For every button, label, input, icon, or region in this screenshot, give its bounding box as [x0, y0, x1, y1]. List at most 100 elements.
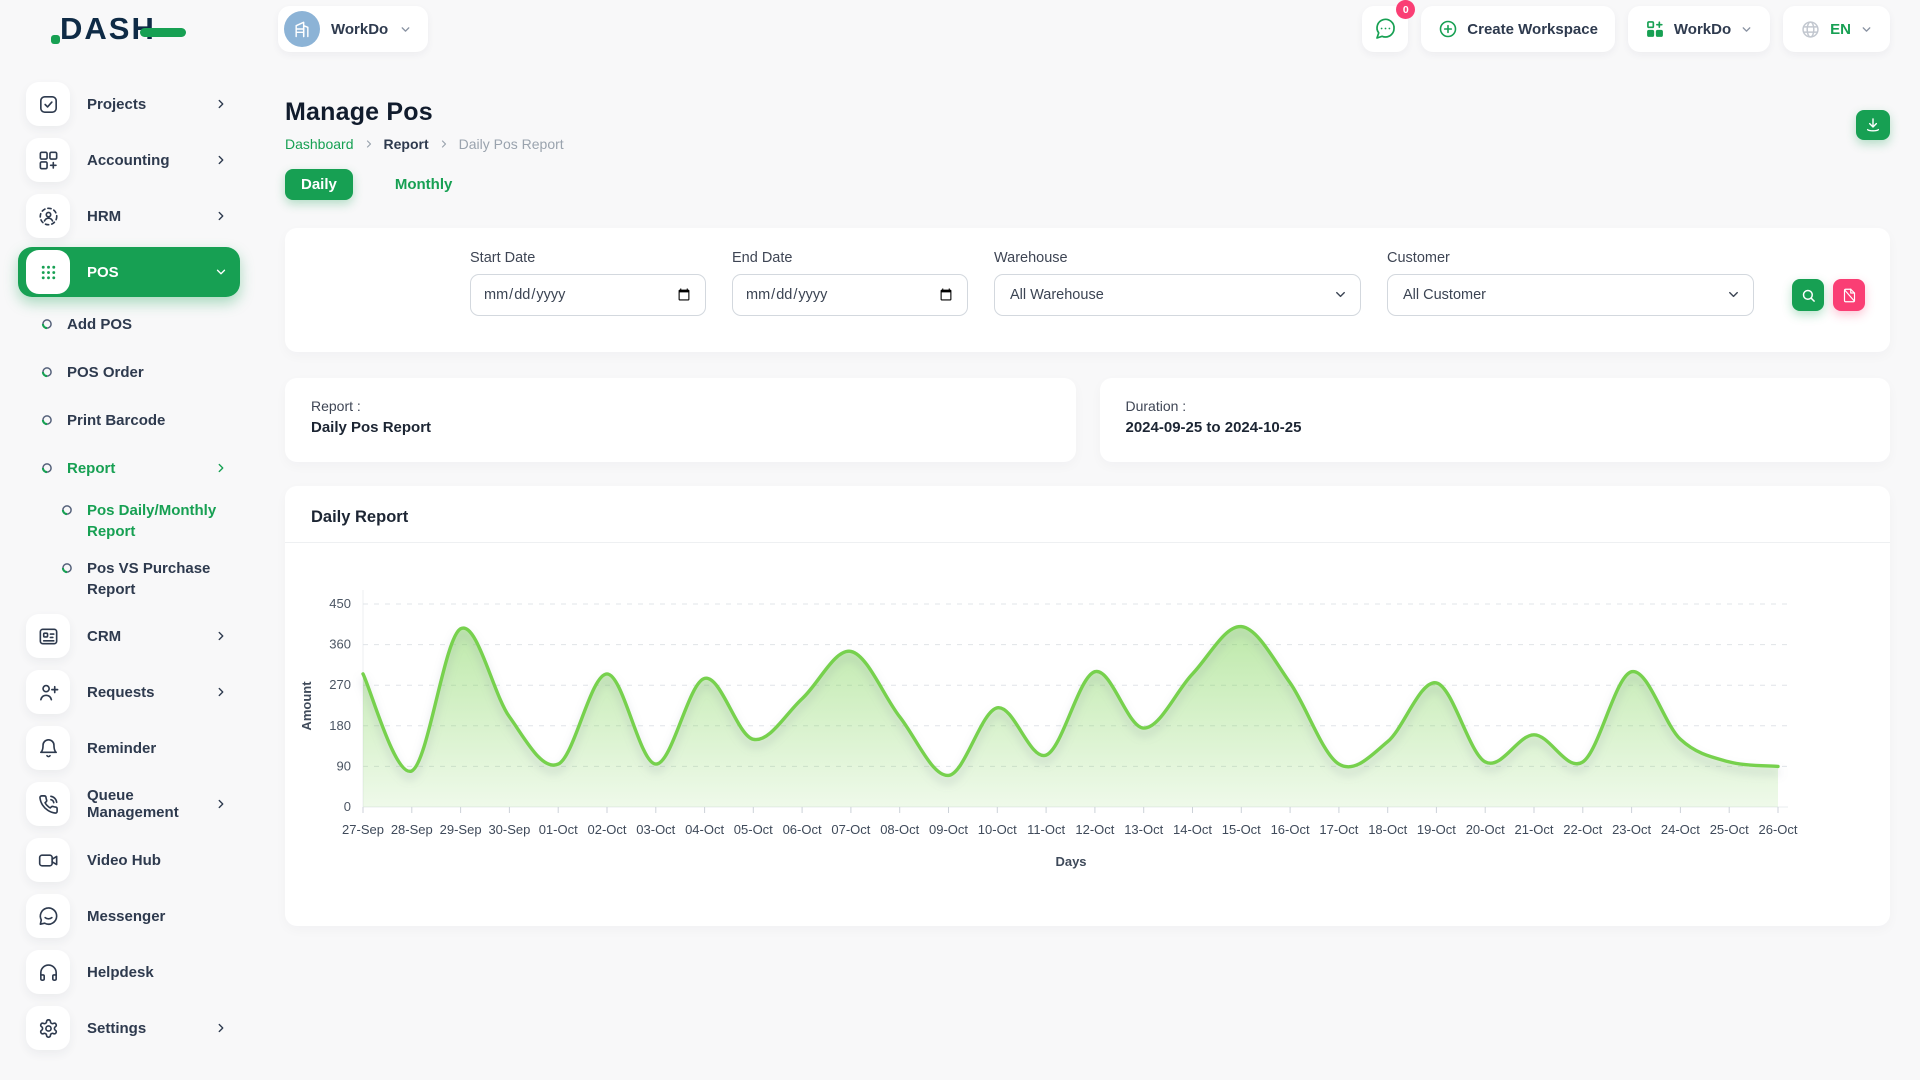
- messages-button[interactable]: 0: [1362, 6, 1408, 52]
- svg-text:13-Oct: 13-Oct: [1124, 822, 1163, 837]
- svg-text:90: 90: [337, 758, 351, 773]
- svg-text:23-Oct: 23-Oct: [1612, 822, 1651, 837]
- sidebar-subitem-pos-daily-monthly-report[interactable]: Pos Daily/Monthly Report: [18, 492, 240, 550]
- end-date-input[interactable]: [732, 274, 968, 316]
- chart-title: Daily Report: [285, 486, 1890, 542]
- warehouse-label: Warehouse: [994, 250, 1361, 266]
- bullet-icon: [41, 462, 53, 474]
- search-icon: [1801, 288, 1816, 303]
- chevron-right-icon: [214, 629, 228, 643]
- svg-text:06-Oct: 06-Oct: [783, 822, 822, 837]
- sidebar-subitem-report[interactable]: Report: [18, 444, 240, 492]
- sidebar-item-projects[interactable]: Projects: [18, 76, 240, 132]
- sidebar-item-queue-management[interactable]: Queue Management: [18, 776, 240, 832]
- svg-text:11-Oct: 11-Oct: [1027, 822, 1065, 837]
- customer-field: Customer All Customer: [1387, 250, 1754, 316]
- svg-text:01-Oct: 01-Oct: [539, 822, 578, 837]
- sidebar-subitem-add-pos[interactable]: Add POS: [18, 300, 240, 348]
- svg-text:17-Oct: 17-Oct: [1319, 822, 1358, 837]
- svg-text:07-Oct: 07-Oct: [831, 822, 870, 837]
- workspace-selector[interactable]: WorkDo: [278, 6, 428, 52]
- svg-text:10-Oct: 10-Oct: [978, 822, 1017, 837]
- download-button[interactable]: [1856, 110, 1890, 140]
- svg-text:27-Sep: 27-Sep: [342, 822, 384, 837]
- queue-icon: [26, 782, 70, 826]
- report-summary-card: Report : Daily Pos Report: [285, 378, 1076, 462]
- warehouse-select[interactable]: All Warehouse: [994, 274, 1361, 316]
- breadcrumb-report[interactable]: Report: [384, 136, 429, 152]
- chevron-down-icon: [1860, 23, 1873, 36]
- sidebar-item-accounting[interactable]: Accounting: [18, 132, 240, 188]
- tab-daily[interactable]: Daily: [285, 169, 353, 200]
- sidebar-item-video-hub[interactable]: Video Hub: [18, 832, 240, 888]
- page-header: Manage Pos Dashboard Report Daily Pos Re…: [285, 98, 1890, 152]
- bullet-icon: [41, 366, 53, 378]
- chevron-right-icon: [214, 153, 228, 167]
- download-icon: [1865, 117, 1881, 133]
- sidebar-item-pos[interactable]: POS: [18, 247, 240, 297]
- workspace-switcher-label: WorkDo: [1674, 21, 1731, 38]
- svg-text:0: 0: [344, 799, 351, 814]
- svg-text:25-Oct: 25-Oct: [1710, 822, 1749, 837]
- customer-select[interactable]: All Customer: [1387, 274, 1754, 316]
- chevron-right-icon: [363, 138, 375, 150]
- breadcrumb-current: Daily Pos Report: [459, 136, 564, 152]
- accounting-icon: [26, 138, 70, 182]
- sidebar: ProjectsAccountingHRMPOSAdd POSPOS Order…: [0, 58, 258, 1080]
- workspace-switcher-button[interactable]: WorkDo: [1628, 6, 1770, 52]
- sidebar-item-hrm[interactable]: HRM: [18, 188, 240, 244]
- chevron-down-icon: [399, 23, 412, 36]
- workspace-name: WorkDo: [331, 21, 388, 38]
- summary-row: Report : Daily Pos Report Duration : 202…: [285, 378, 1890, 462]
- app-logo[interactable]: DASH: [60, 11, 230, 47]
- start-date-input[interactable]: [470, 274, 706, 316]
- chevron-right-icon: [214, 209, 228, 223]
- reset-button[interactable]: [1833, 279, 1865, 311]
- start-date-field: Start Date: [470, 250, 706, 316]
- svg-text:270: 270: [329, 677, 351, 692]
- sidebar-item-crm[interactable]: CRM: [18, 608, 240, 664]
- chevron-right-icon: [214, 97, 228, 111]
- requests-icon: [26, 670, 70, 714]
- sidebar-subitem-pos-order[interactable]: POS Order: [18, 348, 240, 396]
- svg-text:04-Oct: 04-Oct: [685, 822, 724, 837]
- create-workspace-label: Create Workspace: [1467, 21, 1598, 38]
- language-button[interactable]: EN: [1783, 6, 1890, 52]
- sidebar-item-helpdesk[interactable]: Helpdesk: [18, 944, 240, 1000]
- logo-accent-dot: [51, 35, 60, 44]
- svg-text:450: 450: [329, 596, 351, 611]
- breadcrumb-dashboard[interactable]: Dashboard: [285, 136, 354, 152]
- sidebar-subitem-print-barcode[interactable]: Print Barcode: [18, 396, 240, 444]
- sidebar-item-messenger[interactable]: Messenger: [18, 888, 240, 944]
- search-button[interactable]: [1792, 279, 1824, 311]
- svg-text:22-Oct: 22-Oct: [1563, 822, 1602, 837]
- svg-text:14-Oct: 14-Oct: [1173, 822, 1212, 837]
- settings-icon: [26, 1006, 70, 1050]
- bullet-icon: [41, 414, 53, 426]
- reminder-icon: [26, 726, 70, 770]
- chat-bubble-icon: [1373, 17, 1397, 41]
- sidebar-item-reminder[interactable]: Reminder: [18, 720, 240, 776]
- sidebar-subitem-pos-vs-purchase-report[interactable]: Pos VS Purchase Report: [18, 550, 240, 608]
- warehouse-field: Warehouse All Warehouse: [994, 250, 1361, 316]
- chevron-right-icon: [438, 138, 450, 150]
- grid-plus-icon: [1645, 19, 1665, 39]
- sidebar-item-settings[interactable]: Settings: [18, 1000, 240, 1056]
- main-content: Manage Pos Dashboard Report Daily Pos Re…: [258, 58, 1920, 1080]
- svg-text:180: 180: [329, 718, 351, 733]
- svg-text:08-Oct: 08-Oct: [880, 822, 919, 837]
- tab-monthly[interactable]: Monthly: [379, 169, 469, 200]
- svg-text:02-Oct: 02-Oct: [587, 822, 626, 837]
- svg-text:20-Oct: 20-Oct: [1466, 822, 1505, 837]
- sidebar-item-requests[interactable]: Requests: [18, 664, 240, 720]
- svg-text:Days: Days: [1055, 854, 1086, 869]
- chart-card: Daily Report 45036027018090027-Sep28-Sep…: [285, 486, 1890, 926]
- topbar: DASH WorkDo 0 Create Workspace WorkDo: [0, 0, 1920, 58]
- svg-text:Amount: Amount: [299, 681, 314, 731]
- svg-text:16-Oct: 16-Oct: [1271, 822, 1310, 837]
- create-workspace-button[interactable]: Create Workspace: [1421, 6, 1615, 52]
- pos-icon: [26, 250, 70, 294]
- svg-text:18-Oct: 18-Oct: [1368, 822, 1407, 837]
- duration-summary-label: Duration :: [1126, 398, 1865, 414]
- svg-text:05-Oct: 05-Oct: [734, 822, 773, 837]
